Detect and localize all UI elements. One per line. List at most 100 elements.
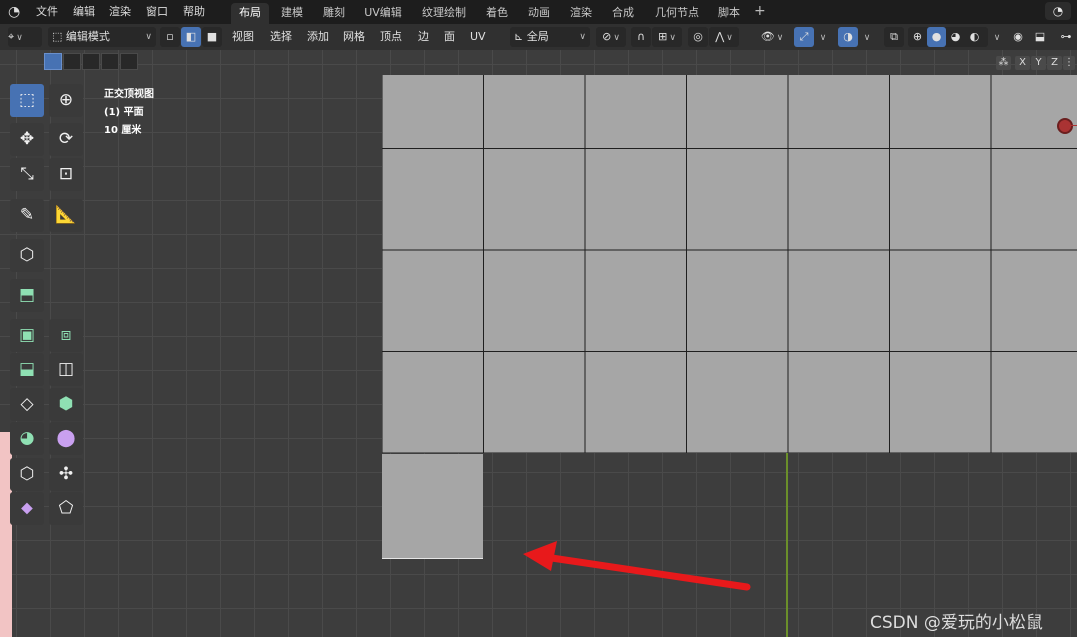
face-select-icon: ■	[206, 30, 218, 43]
visibility-button[interactable]: 👁 ∨	[756, 27, 788, 47]
falloff-button[interactable]: ⋀ ∨	[709, 27, 739, 47]
hide-in-viewport-toggle[interactable]: ◉	[1008, 27, 1028, 47]
tool-transform[interactable]: ⊡	[49, 158, 83, 191]
gizmo-axis-y[interactable]: Y	[1031, 56, 1046, 70]
select-invert-icon[interactable]	[101, 53, 119, 70]
snap-toggle[interactable]: ∩	[631, 27, 651, 47]
annotate-pen-icon: ✎	[19, 205, 35, 225]
add-workspace-icon[interactable]: +	[754, 3, 766, 19]
menu-file[interactable]: 文件	[36, 3, 58, 21]
select-new-icon[interactable]	[44, 53, 62, 70]
gizmo-mirror-icon[interactable]: ⁂	[996, 56, 1011, 70]
watermark: CSDN @爱玩的小松鼠	[870, 613, 1043, 633]
tab-uv-editing[interactable]: UV编辑	[360, 3, 406, 24]
select-intersect-icon[interactable]	[120, 53, 138, 70]
mesh-plane[interactable]	[382, 75, 1077, 453]
xray-toggle[interactable]: ⧉	[884, 27, 904, 47]
tool-annotate[interactable]: ✎	[10, 199, 44, 232]
tab-animation[interactable]: 动画	[523, 3, 555, 24]
select-vertex-button[interactable]: ▫	[160, 27, 180, 47]
falloff-curve-icon: ⋀	[715, 30, 725, 43]
tab-scripting[interactable]: 脚本	[713, 3, 745, 24]
spin-icon: ⬢	[58, 394, 74, 414]
select-edge-button[interactable]: ◧	[181, 27, 201, 47]
tool-select-box[interactable]: ⬚	[10, 84, 44, 117]
nav-icon: ⊶	[1060, 30, 1072, 43]
tab-modeling[interactable]: 建模	[276, 3, 308, 24]
tool-add-cube[interactable]: ⬡	[10, 239, 44, 272]
menu-uv[interactable]: UV	[470, 27, 486, 47]
tool-extrude[interactable]: ⬒	[10, 279, 44, 312]
tab-compositing[interactable]: 合成	[607, 3, 639, 24]
tool-rotate[interactable]: ⟳	[49, 123, 83, 156]
gizmo-axis-z[interactable]: Z	[1047, 56, 1062, 70]
scene-selector-icon[interactable]: ◔	[1045, 2, 1071, 20]
transform-orientation-dropdown[interactable]: ⊾ 全局 ∨	[510, 27, 590, 47]
rendered-shading-icon[interactable]: ◐	[965, 27, 984, 47]
overlay-toggle[interactable]: ◑	[838, 27, 858, 47]
select-face-button[interactable]: ■	[202, 27, 222, 47]
menu-add[interactable]: 添加	[307, 27, 329, 47]
extrude-icon: ⬒	[18, 285, 36, 305]
eye-icon: ◉	[1013, 30, 1023, 43]
menu-help[interactable]: 帮助	[183, 3, 205, 21]
solid-shading-icon[interactable]: ●	[927, 27, 946, 47]
tool-knife[interactable]: ◫	[49, 353, 83, 386]
tool-rip[interactable]: ⬠	[49, 492, 83, 525]
menu-view[interactable]: 视图	[232, 27, 254, 47]
tab-geometry-nodes[interactable]: 几何节点	[650, 3, 704, 24]
tool-loop-cut[interactable]: ⬓	[10, 353, 44, 386]
select-extend-icon[interactable]	[63, 53, 81, 70]
gizmo-axis-x[interactable]: X	[1015, 56, 1030, 70]
editor-type-button[interactable]: ⌖ ∨	[8, 27, 42, 47]
mode-dropdown[interactable]: ⬚ 编辑模式 ∨	[48, 27, 156, 47]
tool-inset[interactable]: ▣	[10, 319, 44, 352]
edge-slide-icon: ⬡	[19, 464, 35, 484]
menu-edit[interactable]: 编辑	[73, 3, 95, 21]
vertex-select-icon: ▫	[166, 30, 174, 43]
tab-layout[interactable]: 布局	[231, 3, 269, 24]
menu-vertex[interactable]: 顶点	[380, 27, 402, 47]
tool-measure[interactable]: 📐	[49, 199, 83, 232]
gizmo-options-icon[interactable]: ⋮	[1063, 56, 1075, 70]
viewport-header: ⌖ ∨ ⬚ 编辑模式 ∨ ▫ ◧ ■ 视图 选择 添加 网格 顶点 边 面 UV …	[0, 24, 1077, 50]
tool-cursor[interactable]: ⊕	[49, 84, 83, 117]
tab-shading[interactable]: 着色	[481, 3, 513, 24]
pivot-point-button[interactable]: ⊘ ∨	[596, 27, 626, 47]
material-shading-icon[interactable]: ◕	[946, 27, 965, 47]
tool-bevel[interactable]: ⧈	[49, 319, 83, 352]
tool-poly-build[interactable]: ◇	[10, 388, 44, 421]
rotate-icon: ⟳	[58, 129, 74, 149]
menu-mesh[interactable]: 网格	[343, 27, 365, 47]
add-cube-icon: ⬡	[19, 245, 35, 265]
snap-target-button[interactable]: ⊞ ∨	[652, 27, 682, 47]
tool-spin[interactable]: ⬢	[49, 388, 83, 421]
tool-scale[interactable]: ⤡	[10, 158, 44, 191]
tool-smooth[interactable]: ◕	[10, 422, 44, 455]
tab-rendering[interactable]: 渲染	[565, 3, 597, 24]
tool-shear[interactable]: ⬥	[10, 492, 44, 525]
gizmo-toggle[interactable]: ⤢	[794, 27, 814, 47]
menu-window[interactable]: 窗口	[146, 3, 168, 21]
shading-dropdown[interactable]: ∨	[989, 27, 1003, 47]
select-subtract-icon[interactable]	[82, 53, 100, 70]
overlay-dropdown[interactable]: ∨	[859, 27, 873, 47]
blender-logo-icon[interactable]: ◔	[8, 4, 26, 20]
tool-shrink-fatten[interactable]: ✣	[49, 458, 83, 491]
mesh-display-toggle[interactable]: ⬓	[1030, 27, 1050, 47]
menu-render[interactable]: 渲染	[109, 3, 131, 21]
tool-randomize[interactable]: ⬤	[49, 422, 83, 455]
extruded-face[interactable]	[382, 454, 483, 559]
menu-edge[interactable]: 边	[418, 27, 429, 47]
transform-icon: ⊡	[58, 164, 74, 184]
menu-face[interactable]: 面	[444, 27, 455, 47]
menu-select[interactable]: 选择	[270, 27, 292, 47]
tab-texture-paint[interactable]: 纹理绘制	[417, 3, 471, 24]
tool-edge-slide[interactable]: ⬡	[10, 458, 44, 491]
navigation-toggle[interactable]: ⊶	[1056, 27, 1076, 47]
tab-sculpting[interactable]: 雕刻	[318, 3, 350, 24]
gizmo-dropdown[interactable]: ∨	[815, 27, 829, 47]
tool-move[interactable]: ✥	[10, 123, 44, 156]
wireframe-shading-icon[interactable]: ⊕	[908, 27, 927, 47]
proportional-edit-toggle[interactable]: ◎	[688, 27, 708, 47]
